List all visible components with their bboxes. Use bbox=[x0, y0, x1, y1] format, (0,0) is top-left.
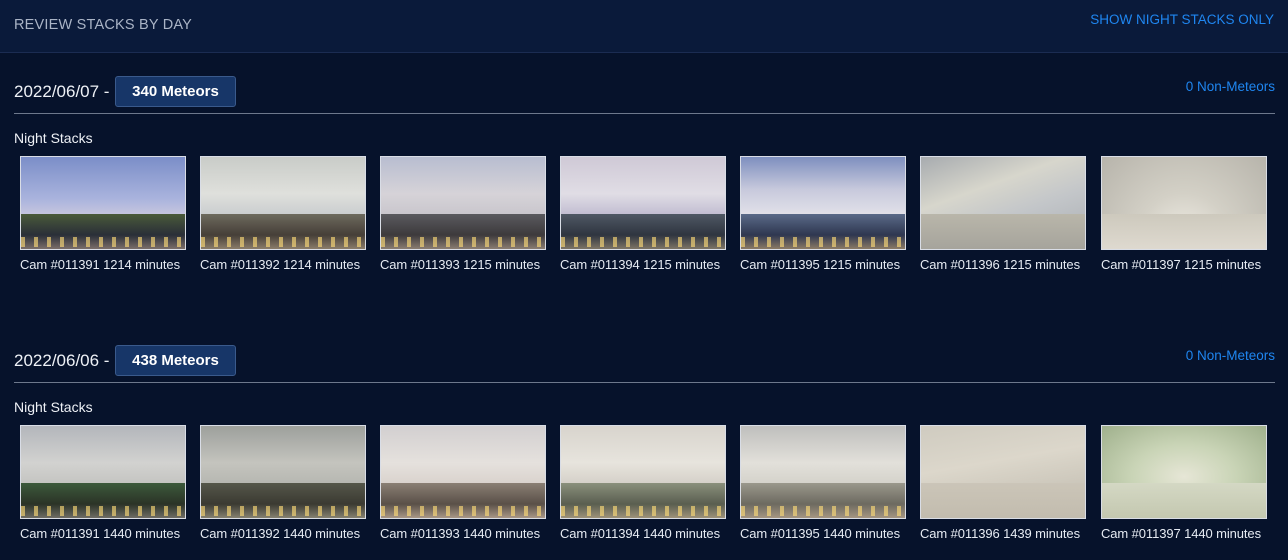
meteors-button[interactable]: 438 Meteors bbox=[115, 345, 236, 376]
stack-thumbnail[interactable]: Cam #011396 1439 minutes bbox=[920, 425, 1086, 541]
stack-image[interactable] bbox=[380, 156, 546, 250]
stack-image[interactable] bbox=[560, 156, 726, 250]
thumb-caption: Cam #011396 1439 minutes bbox=[920, 526, 1080, 541]
thumb-caption: Cam #011392 1440 minutes bbox=[200, 526, 360, 541]
non-meteors-link[interactable]: 0 Non-Meteors bbox=[1186, 79, 1275, 94]
day-section: 2022/06/07 - 340 Meteors 0 Non-Meteors N… bbox=[0, 76, 1288, 276]
day-date: 2022/06/06 - bbox=[14, 351, 110, 370]
stack-image[interactable] bbox=[740, 425, 906, 519]
stack-thumbnail[interactable]: Cam #011392 1440 minutes bbox=[200, 425, 366, 541]
thumb-caption: Cam #011397 1215 minutes bbox=[1101, 257, 1261, 272]
stack-image[interactable] bbox=[920, 425, 1086, 519]
stack-image[interactable] bbox=[1101, 156, 1267, 250]
stack-image[interactable] bbox=[20, 156, 186, 250]
stack-thumbnail[interactable]: Cam #011391 1214 minutes bbox=[20, 156, 186, 272]
stack-thumbnail[interactable]: Cam #011396 1215 minutes bbox=[920, 156, 1086, 272]
day-date: 2022/06/07 - bbox=[14, 82, 110, 101]
stack-thumbnail[interactable]: Cam #011395 1215 minutes bbox=[740, 156, 906, 272]
stack-image[interactable] bbox=[380, 425, 546, 519]
day-section: 2022/06/06 - 438 Meteors 0 Non-Meteors N… bbox=[0, 345, 1288, 545]
stack-thumbnail[interactable]: Cam #011393 1215 minutes bbox=[380, 156, 546, 272]
thumb-caption: Cam #011392 1214 minutes bbox=[200, 257, 360, 272]
meteors-button[interactable]: 340 Meteors bbox=[115, 76, 236, 107]
page-title: REVIEW STACKS BY DAY bbox=[14, 17, 193, 33]
thumb-caption: Cam #011391 1440 minutes bbox=[20, 526, 180, 541]
top-bar: REVIEW STACKS BY DAY SHOW NIGHT STACKS O… bbox=[0, 0, 1288, 53]
thumb-caption: Cam #011397 1440 minutes bbox=[1101, 526, 1261, 541]
thumb-caption: Cam #011395 1215 minutes bbox=[740, 257, 900, 272]
stack-thumbnail[interactable]: Cam #011394 1440 minutes bbox=[560, 425, 726, 541]
day-header: 2022/06/07 - 340 Meteors 0 Non-Meteors bbox=[14, 76, 1275, 114]
stack-image[interactable] bbox=[560, 425, 726, 519]
thumb-caption: Cam #011394 1215 minutes bbox=[560, 257, 720, 272]
stack-thumbnail[interactable]: Cam #011393 1440 minutes bbox=[380, 425, 546, 541]
stack-image[interactable] bbox=[200, 425, 366, 519]
night-stacks-label: Night Stacks bbox=[14, 399, 93, 415]
stack-image[interactable] bbox=[920, 156, 1086, 250]
show-night-stacks-link[interactable]: SHOW NIGHT STACKS ONLY bbox=[1090, 12, 1274, 27]
stack-thumbnail[interactable]: Cam #011395 1440 minutes bbox=[740, 425, 906, 541]
stack-thumbnail[interactable]: Cam #011394 1215 minutes bbox=[560, 156, 726, 272]
stack-image[interactable] bbox=[20, 425, 186, 519]
thumb-caption: Cam #011393 1440 minutes bbox=[380, 526, 540, 541]
stack-thumbnail[interactable]: Cam #011397 1440 minutes bbox=[1101, 425, 1267, 541]
day-header: 2022/06/06 - 438 Meteors 0 Non-Meteors bbox=[14, 345, 1275, 383]
stack-thumbnail[interactable]: Cam #011391 1440 minutes bbox=[20, 425, 186, 541]
non-meteors-link[interactable]: 0 Non-Meteors bbox=[1186, 348, 1275, 363]
stack-thumbnail[interactable]: Cam #011397 1215 minutes bbox=[1101, 156, 1267, 272]
thumb-caption: Cam #011396 1215 minutes bbox=[920, 257, 1080, 272]
night-stacks-label: Night Stacks bbox=[14, 130, 93, 146]
thumb-caption: Cam #011391 1214 minutes bbox=[20, 257, 180, 272]
thumb-caption: Cam #011393 1215 minutes bbox=[380, 257, 540, 272]
thumb-caption: Cam #011395 1440 minutes bbox=[740, 526, 900, 541]
thumb-caption: Cam #011394 1440 minutes bbox=[560, 526, 720, 541]
stack-thumbnail[interactable]: Cam #011392 1214 minutes bbox=[200, 156, 366, 272]
stack-image[interactable] bbox=[740, 156, 906, 250]
stack-image[interactable] bbox=[1101, 425, 1267, 519]
stack-image[interactable] bbox=[200, 156, 366, 250]
